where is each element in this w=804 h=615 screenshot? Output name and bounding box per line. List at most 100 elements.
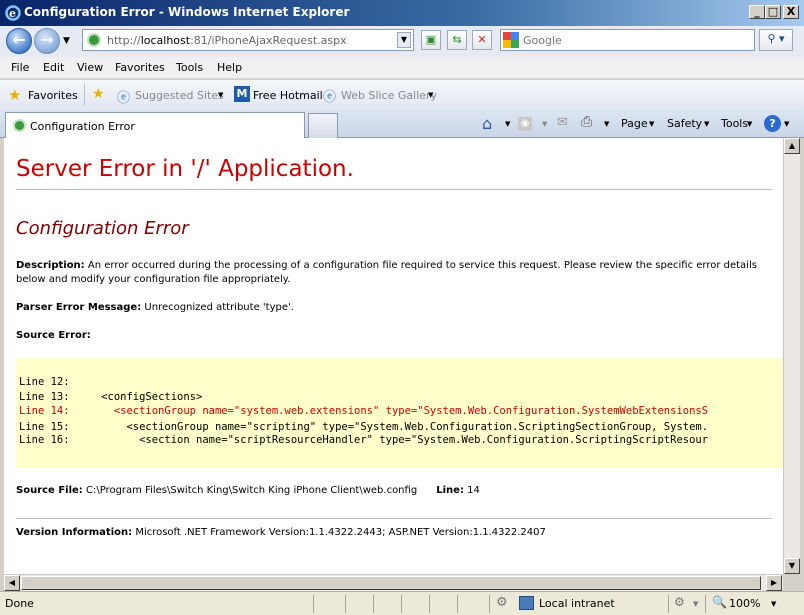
address-bar[interactable]: http://localhost:81/iPhoneAjaxRequest.as… <box>82 29 414 51</box>
add-to-favorites-icon[interactable]: ★ <box>92 86 105 102</box>
zoom-dropdown-icon[interactable]: ▼ <box>771 600 776 608</box>
help-dropdown-icon[interactable]: ▼ <box>784 120 789 128</box>
feeds-icon[interactable]: ◉ <box>518 117 532 131</box>
horizontal-scroll-thumb[interactable] <box>21 576 761 590</box>
safety-dropdown-icon[interactable]: ▼ <box>704 120 709 128</box>
page-menu[interactable]: Page <box>621 117 648 130</box>
code-line-14-error: Line 14: <sectionGroup name="system.web.… <box>19 405 709 417</box>
line-number: 14 <box>467 485 480 496</box>
zoom-icon[interactable]: 🔍 <box>712 595 727 609</box>
status-separator <box>668 595 669 613</box>
code-line-12: Line 12: <box>19 376 70 388</box>
google-icon <box>503 32 519 48</box>
compatibility-view-icon[interactable]: ▣ <box>421 30 441 50</box>
ie-logo-icon: e <box>5 5 21 21</box>
tab-bar: Configuration Error ⌂ ▼ ◉ ▼ ✉ ⎙ ▼ Page ▼… <box>0 110 804 138</box>
horizontal-scrollbar[interactable]: ◀ ▶ <box>4 574 783 591</box>
favorites-bar: ★ Favorites ★ ⓔ Suggested Sites ▼ M Free… <box>0 80 804 110</box>
code-line-15: Line 15: <sectionGroup name="scripting" … <box>19 421 709 433</box>
back-button[interactable]: ← <box>6 28 32 54</box>
menu-view[interactable]: View <box>77 61 103 74</box>
menu-favorites[interactable]: Favorites <box>115 61 165 74</box>
vertical-scrollbar[interactable]: ▲ ▼ <box>783 138 800 574</box>
menu-tools[interactable]: Tools <box>176 61 203 74</box>
scroll-up-icon[interactable]: ▲ <box>784 138 800 154</box>
read-mail-icon[interactable]: ✉ <box>557 115 568 130</box>
security-settings-icon[interactable]: ⚙ <box>674 595 685 609</box>
description-paragraph: Description: An error occurred during th… <box>16 259 776 287</box>
svg-text:e: e <box>9 7 16 20</box>
scroll-left-icon[interactable]: ◀ <box>4 575 20 591</box>
forward-button[interactable]: → <box>34 28 60 54</box>
page-dropdown-icon[interactable]: ▼ <box>649 120 654 128</box>
status-separator <box>373 595 374 613</box>
web-slice-gallery-link[interactable]: Web Slice Gallery <box>341 89 437 102</box>
history-dropdown-icon[interactable]: ▼ <box>63 36 70 46</box>
close-button[interactable]: X <box>783 5 799 19</box>
status-separator <box>401 595 402 613</box>
scroll-down-icon[interactable]: ▼ <box>784 558 800 574</box>
print-icon[interactable]: ⎙ <box>581 114 592 130</box>
status-bar: Done ⚙ Local intranet ⚙ ▼ 🔍 100% ▼ <box>0 591 804 615</box>
zone-text: Local intranet <box>539 597 615 610</box>
title-bar: e Configuration Error - Windows Internet… <box>0 0 804 26</box>
home-icon[interactable]: ⌂ <box>482 114 492 133</box>
safety-menu[interactable]: Safety <box>667 117 702 130</box>
source-file-path: C:\Program Files\Switch King\Switch King… <box>85 485 418 496</box>
feeds-dropdown-icon[interactable]: ▼ <box>542 120 547 128</box>
window-title: Configuration Error - Windows Internet E… <box>24 5 350 19</box>
tools-menu[interactable]: Tools <box>721 117 748 130</box>
web-slice-dropdown-icon[interactable]: ▼ <box>428 91 433 99</box>
help-icon[interactable]: ? <box>764 115 781 132</box>
free-hotmail-link[interactable]: Free Hotmail <box>253 89 323 102</box>
status-separator <box>313 595 314 613</box>
search-icon[interactable]: ⚲ ▾ <box>759 29 793 51</box>
search-box[interactable]: Google <box>500 29 755 51</box>
menu-bar: File Edit View Favorites Tools Help <box>0 57 804 79</box>
tab-page-icon <box>13 119 26 132</box>
print-dropdown-icon[interactable]: ▼ <box>604 120 609 128</box>
address-dropdown-icon[interactable]: ▼ <box>397 32 411 48</box>
version-text: Microsoft .NET Framework Version:1.1.432… <box>135 527 546 538</box>
error-heading: Configuration Error <box>16 218 189 239</box>
parser-error-paragraph: Parser Error Message: Unrecognized attri… <box>16 301 294 315</box>
navigation-bar: ← → ▼ http://localhost:81/iPhoneAjaxRequ… <box>0 26 804 57</box>
protected-mode-icon: ⚙ <box>496 595 508 610</box>
source-code-box: Line 12: Line 13: <configSections> Line … <box>16 358 783 468</box>
new-tab-button[interactable] <box>308 113 338 138</box>
page-icon <box>87 33 101 47</box>
scroll-corner <box>783 574 800 591</box>
favorites-separator <box>84 84 85 106</box>
security-dropdown-icon[interactable]: ▼ <box>693 600 698 608</box>
favorites-button[interactable]: Favorites <box>28 89 78 102</box>
tab-configuration-error[interactable]: Configuration Error <box>5 112 305 138</box>
maximize-button[interactable]: □ <box>765 5 781 19</box>
version-divider <box>16 518 772 519</box>
status-separator <box>429 595 430 613</box>
suggested-sites-dropdown-icon[interactable]: ▼ <box>218 91 223 99</box>
title-divider <box>16 189 772 190</box>
code-line-16: Line 16: <section name="scriptResourceHa… <box>19 434 709 446</box>
menu-help[interactable]: Help <box>217 61 242 74</box>
page-content: Server Error in '/' Application. Configu… <box>4 138 783 574</box>
intranet-icon <box>519 596 534 610</box>
zoom-level[interactable]: 100% <box>729 597 760 610</box>
refresh-icon[interactable]: ⇆ <box>447 30 467 50</box>
menu-edit[interactable]: Edit <box>43 61 64 74</box>
suggested-sites-icon: ⓔ <box>117 91 131 106</box>
version-label: Version Information: <box>16 527 133 538</box>
source-file-label: Source File: <box>16 485 83 496</box>
tools-dropdown-icon[interactable]: ▼ <box>747 120 752 128</box>
menu-file[interactable]: File <box>11 61 29 74</box>
scroll-right-icon[interactable]: ▶ <box>766 575 782 591</box>
description-text: An error occurred during the processing … <box>87 260 757 271</box>
parser-error-label: Parser Error Message: <box>16 302 142 313</box>
suggested-sites-link[interactable]: Suggested Sites <box>135 89 224 102</box>
home-dropdown-icon[interactable]: ▼ <box>505 120 510 128</box>
source-error-label: Source Error: <box>16 330 91 341</box>
description-text-2: below and modify your configuration file… <box>16 274 291 285</box>
stop-icon[interactable]: ✕ <box>472 30 492 50</box>
status-separator <box>345 595 346 613</box>
page-title: Server Error in '/' Application. <box>16 156 354 182</box>
minimize-button[interactable]: _ <box>749 5 765 19</box>
